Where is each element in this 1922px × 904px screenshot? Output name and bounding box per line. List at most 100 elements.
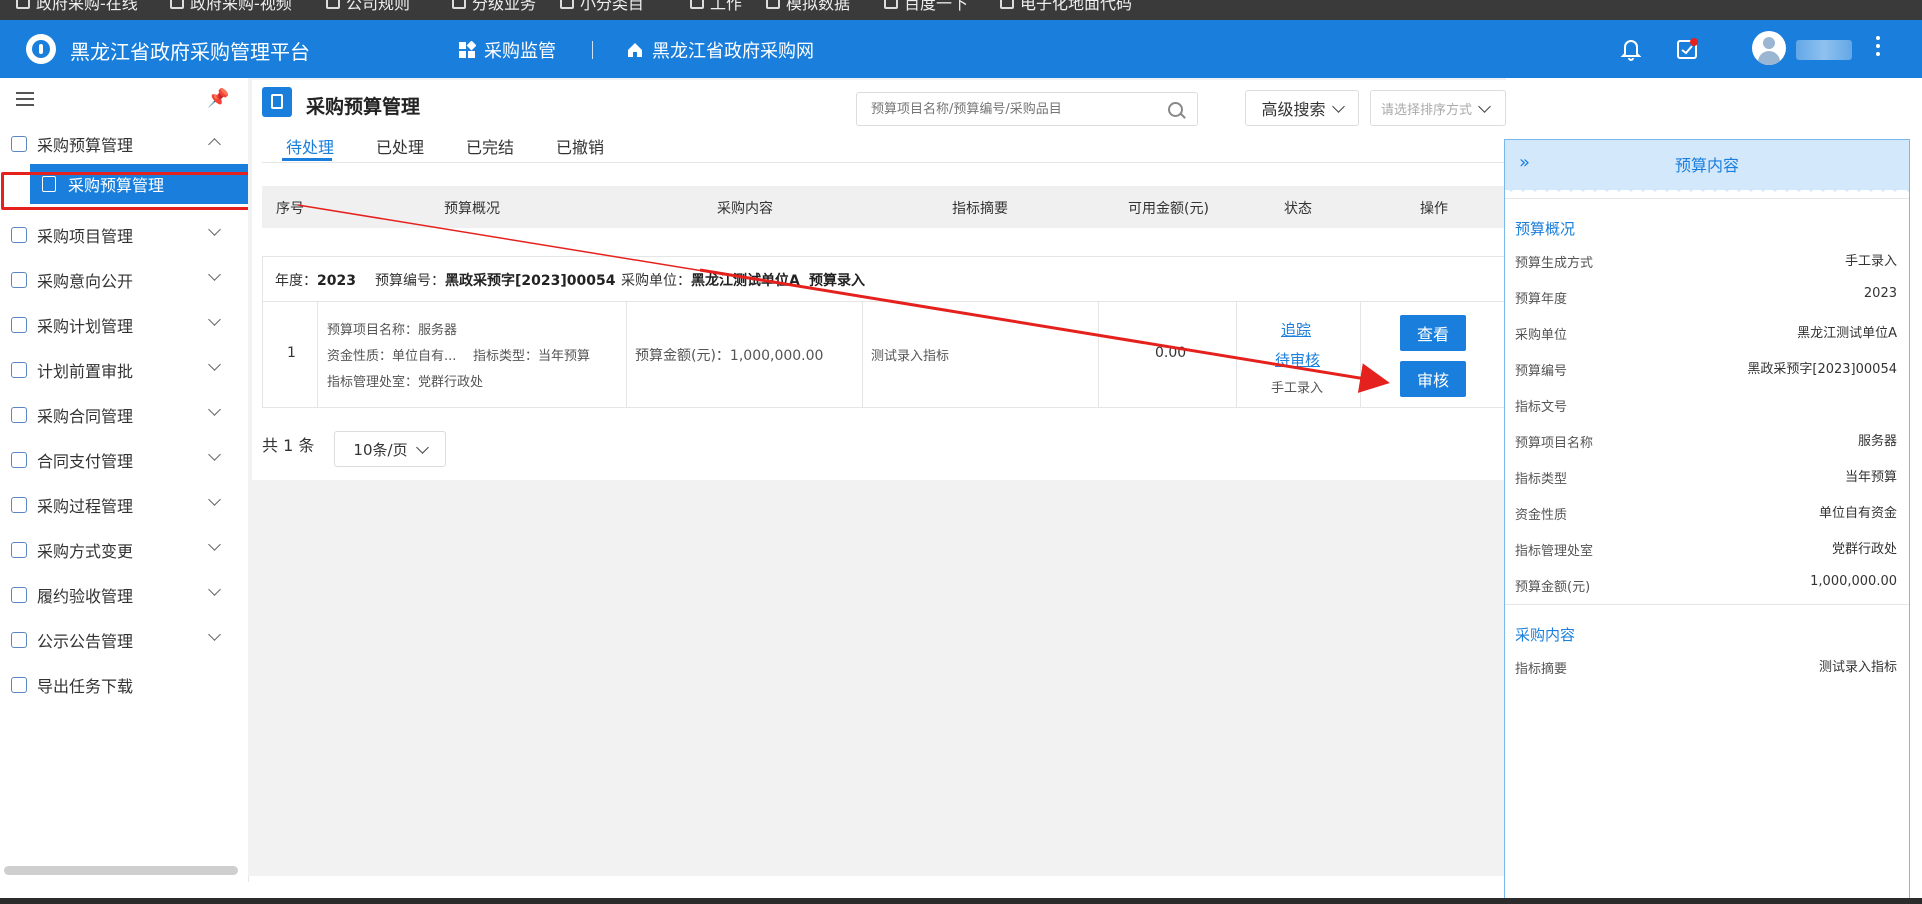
more-icon[interactable] <box>1876 36 1880 62</box>
process-icon <box>11 497 27 513</box>
bookmark[interactable]: 小分类目 <box>560 0 644 14</box>
bookmark[interactable]: 政府采购-视频 <box>170 0 292 14</box>
payment-icon <box>11 452 27 468</box>
col-header: 序号 <box>276 201 304 217</box>
highlight-box <box>1 172 259 210</box>
sidebar-item-payment[interactable]: 合同支付管理 <box>0 438 248 482</box>
bookmark[interactable]: 政府采购-在线 <box>16 0 138 14</box>
sidebar-item-process[interactable]: 采购过程管理 <box>0 483 248 527</box>
app-header: 黑龙江省政府采购管理平台 采购监管 黑龙江省政府采购网 <box>0 20 1922 78</box>
view-button[interactable]: 查看 <box>1400 315 1466 351</box>
record-unit: 黑龙江测试单位A <box>691 273 800 289</box>
page-icon <box>1000 0 1014 9</box>
chevron-down-icon <box>208 538 221 551</box>
sort-select[interactable]: 请选择排序方式 <box>1370 90 1506 126</box>
sidebar-item-method-change[interactable]: 采购方式变更 <box>0 528 248 572</box>
col-header: 可用金额(元) <box>1128 201 1209 217</box>
search-icon[interactable] <box>1168 102 1183 117</box>
track-link[interactable]: 追踪 <box>1281 319 1311 340</box>
field-value: 单位自有资金 <box>1818 506 1897 521</box>
bookmark[interactable]: 模拟数据 <box>766 0 850 14</box>
col-header: 指标摘要 <box>952 201 1008 217</box>
page-size-select[interactable]: 10条/页 <box>334 431 446 467</box>
field-value: 测试录入指标 <box>1818 660 1897 675</box>
search-field[interactable] <box>856 92 1198 126</box>
review-button[interactable]: 审核 <box>1400 361 1466 397</box>
bookmark[interactable]: 公司规则 <box>326 0 410 14</box>
logo-icon <box>26 34 56 64</box>
checklist-icon <box>11 587 27 603</box>
export-icon <box>11 677 27 693</box>
baidu-icon <box>884 0 898 9</box>
record-code: 黑政采预字[2023]00054 <box>445 273 616 289</box>
user-name-blurred <box>1796 40 1852 60</box>
summary: 测试录入指标 <box>871 349 950 364</box>
sidebar-item-plan[interactable]: 采购计划管理 <box>0 303 248 347</box>
sidebar-item-contract[interactable]: 采购合同管理 <box>0 393 248 437</box>
project-icon <box>11 227 27 243</box>
chevron-down-icon <box>208 313 221 326</box>
task-icon[interactable] <box>1672 34 1702 64</box>
chart-icon <box>11 136 27 152</box>
chevron-down-icon <box>1478 99 1491 113</box>
bookmark[interactable]: 电子化地面代码 <box>1000 0 1132 14</box>
chevron-up-icon <box>208 138 221 151</box>
panel-header: » 预算内容 <box>1505 140 1909 192</box>
field-label: 采购单位 <box>1515 328 1568 343</box>
sidebar-item-pre-approval[interactable]: 计划前置审批 <box>0 348 248 392</box>
bookmark[interactable]: 分级业务 <box>452 0 536 14</box>
avatar[interactable] <box>1752 31 1786 65</box>
col-header: 操作 <box>1420 201 1448 217</box>
grid-icon <box>459 41 476 58</box>
sidebar-item-acceptance[interactable]: 履约验收管理 <box>0 573 248 617</box>
nav-procurement-supervision[interactable]: 采购监管 <box>458 37 556 63</box>
menu-icon[interactable] <box>16 92 34 106</box>
section-procurement-content: 采购内容 <box>1515 626 1576 644</box>
chevron-down-icon <box>208 583 221 596</box>
field-label: 预算年度 <box>1515 292 1568 307</box>
field-label: 指标文号 <box>1515 400 1568 415</box>
field-value: 2023 <box>1863 286 1897 301</box>
field-label: 预算金额(元) <box>1515 580 1591 595</box>
bookmark[interactable]: 百度一下 <box>884 0 968 14</box>
overview-type: 指标类型：当年预算 <box>473 349 591 364</box>
chevron-down-icon <box>208 628 221 641</box>
status-source: 手工录入 <box>1271 381 1324 396</box>
advanced-search-button[interactable]: 高级搜索 <box>1245 90 1359 126</box>
sidebar-item-project[interactable]: 采购项目管理 <box>0 213 248 257</box>
tab-completed[interactable]: 已完结 <box>466 134 514 158</box>
sidebar-item-notice[interactable]: 公示公告管理 <box>0 618 248 662</box>
tab-pending[interactable]: 待处理 <box>286 134 334 158</box>
chevron-down-icon <box>208 223 221 236</box>
active-tab-indicator <box>282 158 332 161</box>
notice-icon <box>11 632 27 648</box>
bookmark[interactable]: 工作 <box>690 0 742 14</box>
sidebar-item-intention[interactable]: 采购意向公开 <box>0 258 248 302</box>
record-year: 2023 <box>317 273 356 289</box>
bottom-strip <box>0 898 1922 904</box>
status-pending-link[interactable]: 待审核 <box>1275 349 1320 370</box>
overview-office: 指标管理处室：党群行政处 <box>327 375 484 390</box>
field-value: 黑龙江测试单位A <box>1797 326 1897 341</box>
nav-procurement-website[interactable]: 黑龙江省政府采购网 <box>626 37 814 63</box>
page-icon <box>766 0 780 9</box>
tab-revoked[interactable]: 已撤销 <box>556 134 604 158</box>
section-budget-overview: 预算概况 <box>1515 220 1576 238</box>
sidebar-item-export[interactable]: 导出任务下载 <box>0 663 248 707</box>
bell-icon[interactable] <box>1616 34 1646 64</box>
total-count: 共 1 条 <box>262 436 315 455</box>
page-icon <box>262 87 292 117</box>
nav-divider <box>592 41 593 59</box>
document-icon <box>11 272 27 288</box>
pin-icon[interactable]: 📌 <box>207 88 229 109</box>
row-index: 1 <box>287 345 296 361</box>
record-source: 预算录入 <box>809 273 865 289</box>
field-label: 资金性质 <box>1515 508 1568 523</box>
app-title: 黑龙江省政府采购管理平台 <box>70 40 310 64</box>
sidebar-scrollbar[interactable] <box>4 866 238 875</box>
sidebar-item-budget[interactable]: 采购预算管理 <box>0 122 248 166</box>
page-icon <box>690 0 704 9</box>
field-label: 指标管理处室 <box>1515 544 1594 559</box>
search-input[interactable] <box>869 93 1163 125</box>
tab-processed[interactable]: 已处理 <box>376 134 424 158</box>
